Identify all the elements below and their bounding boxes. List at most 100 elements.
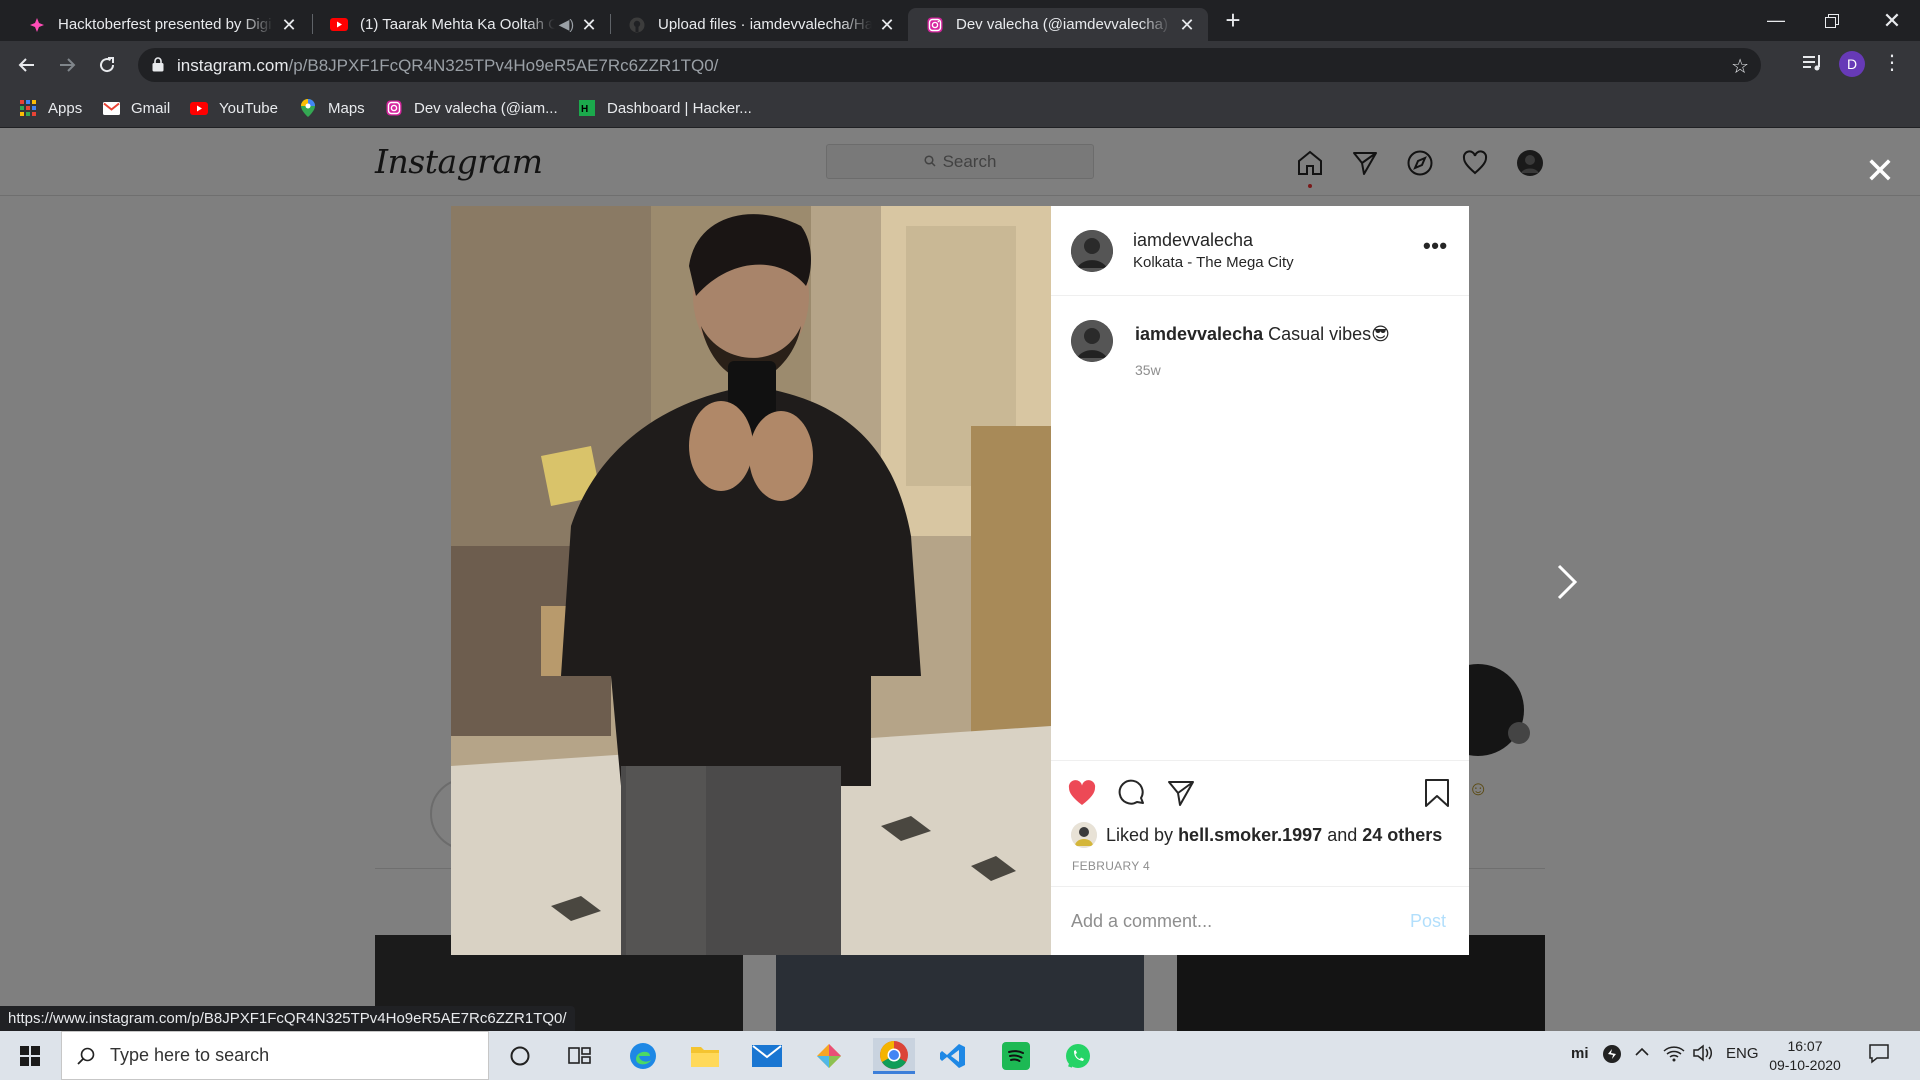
new-tab-button[interactable]: + [1221, 7, 1245, 33]
next-post-arrow-icon[interactable] [1552, 562, 1582, 612]
maps-icon [299, 99, 317, 117]
activity-dot [1308, 184, 1312, 188]
chrome-taskbar-icon[interactable] [873, 1038, 915, 1074]
language-indicator[interactable]: ENG [1726, 1045, 1759, 1062]
bookmark-youtube[interactable]: YouTube [190, 96, 278, 120]
task-view-icon[interactable] [562, 1038, 598, 1074]
profile-avatar[interactable]: D [1839, 51, 1865, 77]
post-sidebar: iamdevvalecha Kolkata - The Mega City ••… [1051, 206, 1469, 955]
liker-avatar[interactable] [1071, 822, 1097, 848]
post-modal: iamdevvalecha Kolkata - The Mega City ••… [451, 206, 1469, 955]
close-window-button[interactable]: ✕ [1864, 0, 1920, 41]
tab-strip: Hacktoberfest presented by Digi ✕ (1) Ta… [0, 0, 1920, 41]
minimize-button[interactable]: — [1748, 0, 1804, 41]
likes-summary: Liked by hell.smoker.1997 and 24 others [1071, 820, 1442, 850]
back-button[interactable] [13, 51, 41, 79]
comment-bar: Post [1051, 886, 1469, 955]
activity-heart-icon[interactable] [1460, 148, 1490, 178]
mi-tray-icon[interactable]: mi [1571, 1045, 1589, 1062]
github-icon [628, 16, 646, 34]
post-date[interactable]: FEBRUARY 4 [1072, 859, 1150, 873]
search-icon [76, 1046, 96, 1066]
post-caption: iamdevvalecha Casual vibes😎 [1135, 324, 1390, 345]
whatsapp-icon[interactable] [1060, 1038, 1096, 1074]
edge-icon[interactable] [625, 1038, 661, 1074]
caption-text: Casual vibes😎 [1268, 324, 1390, 344]
profile-avatar-icon[interactable] [1515, 148, 1545, 178]
search-box[interactable]: Search [826, 144, 1094, 179]
cortana-icon[interactable] [502, 1038, 538, 1074]
address-bar[interactable]: instagram.com/p/B8JPXF1FcQR4N325TPv4Ho9e… [138, 48, 1761, 82]
post-photo[interactable] [451, 206, 1051, 955]
media-control-icon[interactable] [1800, 51, 1824, 80]
liker-username[interactable]: hell.smoker.1997 [1178, 825, 1322, 846]
browser-toolbar: instagram.com/p/B8JPXF1FcQR4N325TPv4Ho9e… [0, 41, 1920, 89]
share-paper-plane-icon[interactable] [1164, 776, 1198, 810]
instagram-icon [926, 16, 944, 34]
others-likes-link[interactable]: 24 others [1362, 825, 1442, 846]
author-avatar[interactable] [1071, 230, 1113, 272]
background-badge [1508, 722, 1530, 744]
youtube-icon [190, 99, 208, 117]
system-clock[interactable]: 16:07 09-10-2020 [1762, 1037, 1848, 1075]
bookmark-gmail[interactable]: Gmail [102, 96, 170, 120]
more-options-icon[interactable]: ••• [1423, 235, 1448, 257]
instagram-logo[interactable]: Instagram [375, 142, 543, 181]
like-heart-icon[interactable] [1065, 776, 1099, 810]
post-comment-button[interactable]: Post [1410, 911, 1446, 932]
tab-instagram[interactable]: Dev valecha (@iamdevvalecha) • ✕ [908, 8, 1208, 41]
explore-compass-icon[interactable] [1405, 148, 1435, 178]
tab-close-icon[interactable]: ✕ [1178, 16, 1196, 34]
taskbar-search-box[interactable]: Type here to search [61, 1031, 489, 1080]
mail-icon[interactable] [749, 1038, 785, 1074]
forward-button[interactable] [53, 51, 81, 79]
post-location[interactable]: Kolkata - The Mega City [1133, 254, 1294, 271]
tab-close-icon[interactable]: ✕ [878, 16, 896, 34]
reload-button[interactable] [93, 51, 121, 79]
home-icon[interactable] [1295, 148, 1325, 178]
bookmark-maps[interactable]: Maps [299, 96, 365, 120]
lock-icon[interactable] [152, 57, 164, 77]
link-status-bubble: https://www.instagram.com/p/B8JPXF1FcQR4… [0, 1006, 575, 1031]
wifi-icon[interactable] [1663, 1044, 1685, 1066]
tab-youtube[interactable]: (1) Taarak Mehta Ka Ooltah C ◀) ✕ [312, 8, 610, 41]
close-modal-icon[interactable]: ✕ [1862, 153, 1898, 190]
notifications-icon[interactable] [1868, 1043, 1890, 1069]
tab-close-icon[interactable]: ✕ [280, 16, 298, 34]
bookmark-hackerrank[interactable]: H Dashboard | Hacker... [578, 96, 752, 120]
chrome-menu-icon[interactable]: ⋮ [1882, 53, 1902, 73]
app-launcher-icon[interactable] [811, 1038, 847, 1074]
youtube-icon [330, 16, 348, 34]
speaker-icon[interactable]: ◀) [559, 16, 574, 33]
tab-hacktoberfest[interactable]: Hacktoberfest presented by Digi ✕ [10, 8, 310, 41]
save-bookmark-icon[interactable] [1420, 776, 1454, 810]
bookmark-apps[interactable]: Apps [19, 96, 82, 120]
tab-github[interactable]: Upload files · iamdevvalecha/Hac ✕ [610, 8, 908, 41]
file-explorer-icon[interactable] [687, 1038, 723, 1074]
background-emoji-icon: ☺ [1468, 778, 1489, 800]
hackerrank-icon: H [578, 99, 596, 117]
windows-taskbar: Type here to search mi ENG 16:07 09-10-2… [0, 1031, 1920, 1080]
show-hidden-icons-chevron[interactable] [1634, 1044, 1650, 1064]
bookmark-star-icon[interactable]: ☆ [1731, 54, 1749, 79]
search-icon [924, 152, 936, 172]
caption-timestamp[interactable]: 35w [1135, 362, 1161, 378]
url-text[interactable]: instagram.com/p/B8JPXF1FcQR4N325TPv4Ho9e… [177, 56, 718, 76]
actions-divider [1051, 760, 1469, 761]
restore-button[interactable] [1804, 0, 1860, 41]
caption-username[interactable]: iamdevvalecha [1135, 324, 1263, 344]
comment-input[interactable] [1071, 911, 1371, 932]
post-author-username[interactable]: iamdevvalecha [1133, 230, 1253, 251]
direct-message-icon[interactable] [1350, 148, 1380, 178]
caption-author-avatar[interactable] [1071, 320, 1113, 362]
comment-bubble-icon[interactable] [1115, 776, 1149, 810]
volume-icon[interactable] [1692, 1044, 1714, 1066]
post-header: iamdevvalecha Kolkata - The Mega City ••… [1051, 206, 1469, 296]
spotify-icon[interactable] [998, 1038, 1034, 1074]
bookmark-instagram[interactable]: Dev valecha (@iam... [385, 96, 558, 120]
windows-start-icon[interactable] [0, 1031, 60, 1080]
vscode-icon[interactable] [935, 1038, 971, 1074]
svg-text:H: H [581, 104, 588, 115]
sync-tray-icon[interactable] [1602, 1044, 1622, 1068]
tab-close-icon[interactable]: ✕ [580, 16, 598, 34]
